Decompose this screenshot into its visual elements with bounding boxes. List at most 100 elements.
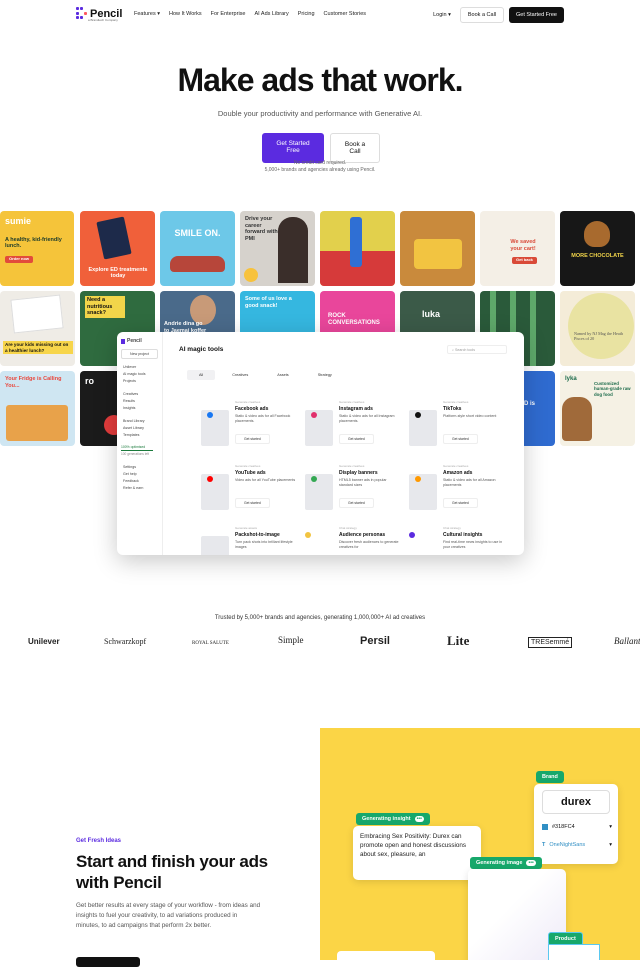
nav-for-enterprise[interactable]: For Enterprise xyxy=(211,11,246,17)
brand-font-row[interactable]: T OneNightSans ▾ xyxy=(542,842,612,848)
brand-logo-schwarzkopf: Schwarzkopf xyxy=(104,637,147,646)
sidebar-item-templates[interactable]: Templates xyxy=(123,433,158,437)
ad-tile: Are your kids missing out on a healthier… xyxy=(0,291,75,366)
section-cta-button[interactable] xyxy=(76,957,140,967)
insight-card: Embracing Sex Positivity: Durex can prom… xyxy=(353,826,481,880)
facebook-icon xyxy=(207,412,213,418)
ad-tile: Named by NJ Mag the Heath Pisces of 20 xyxy=(560,291,635,366)
sidebar-item-creatives[interactable]: Creatives xyxy=(123,392,158,396)
get-started-button[interactable]: Get started xyxy=(339,434,374,444)
book-call-button[interactable]: Book a Call xyxy=(459,7,505,23)
ad-tile: sumie A healthy, kid-friendly lunch. Ord… xyxy=(0,211,74,286)
mock-logo: Pencil xyxy=(121,338,158,344)
chevron-down-icon: ▾ xyxy=(157,11,161,17)
get-started-button[interactable]: Get started xyxy=(235,434,270,444)
logo-text: Pencil xyxy=(90,7,123,20)
brand-logo-persil: Persil xyxy=(360,635,390,647)
no-card-note: No credit card required. xyxy=(293,160,347,166)
youtube-icon xyxy=(207,476,213,482)
section-body: Get better results at every stage of you… xyxy=(76,902,261,929)
brand-logo-unilever: Unilever xyxy=(28,637,60,646)
amazon-icon xyxy=(415,476,421,482)
brand-logos: Unilever Schwarzkopf ROYAL SALUTE Simple… xyxy=(0,632,640,658)
get-started-button[interactable]: Get started xyxy=(443,498,478,508)
brand-logo-lite: Lite xyxy=(447,633,470,648)
durex-logo: durex xyxy=(542,790,610,814)
sidebar-item-refer[interactable]: Refer & earn xyxy=(123,486,158,490)
brand-tag: Brand xyxy=(536,771,564,783)
tool-card-youtube[interactable]: Generate creatives YouTube ads Video ads … xyxy=(201,464,301,516)
get-started-button[interactable]: Get started xyxy=(235,498,270,508)
nav-ai-ads-library[interactable]: AI Ads Library xyxy=(254,11,288,17)
more-icon: ••• xyxy=(526,860,536,866)
ad-tile: We saved your cart! Get back xyxy=(480,211,555,286)
chevron-down-icon: ▾ xyxy=(448,12,451,18)
brand-logo-royal-salute: ROYAL SALUTE xyxy=(192,641,229,646)
new-project-button[interactable]: New project xyxy=(121,349,158,359)
font-icon: T xyxy=(542,842,546,848)
get-started-button[interactable]: Get Started Free xyxy=(509,7,564,23)
sidebar-item-asset-library[interactable]: Asset Library xyxy=(123,426,158,430)
get-started-button[interactable]: Get started xyxy=(339,498,374,508)
mock-sidebar: Pencil New project Unilever AI magic too… xyxy=(117,332,163,555)
nav-customer-stories[interactable]: Customer Stories xyxy=(324,11,367,17)
tab-creatives[interactable]: Creatives xyxy=(220,370,260,380)
login-link[interactable]: Login ▾ xyxy=(433,12,451,18)
tool-card-packshot[interactable]: Generate assets Packshot-to-image Turn pa… xyxy=(201,526,301,555)
hero-get-started-button[interactable]: Get Started Free xyxy=(262,133,324,163)
generating-image-tag: Generating image ••• xyxy=(470,857,542,869)
tool-card-display[interactable]: Generate creatives Display banners HTML5 … xyxy=(305,464,405,516)
color-swatch xyxy=(542,824,548,830)
google-ads-icon xyxy=(311,476,317,482)
instagram-icon xyxy=(311,412,317,418)
tool-card-instagram[interactable]: Generate creatives Instagram ads Static &… xyxy=(305,400,405,452)
tool-card-amazon[interactable]: Generate creatives Amazon ads Static & vi… xyxy=(409,464,509,516)
more-icon: ••• xyxy=(414,816,424,822)
tool-card-cultural[interactable]: Chat strategy Cultural insights Find real… xyxy=(409,526,509,555)
tool-card-tiktok[interactable]: Generate creatives TikToks Platform-style… xyxy=(409,400,509,452)
brand-logo-ballantines: Ballantine's xyxy=(614,636,640,646)
sidebar-item-feedback[interactable]: Feedback xyxy=(123,479,158,483)
hero-book-call-button[interactable]: Book a Call xyxy=(330,133,380,163)
pencil-logo-icon xyxy=(76,7,87,20)
insight-icon xyxy=(409,532,415,538)
ad-tile: MORE CHOCOLATE xyxy=(560,211,635,286)
chevron-down-icon: ▾ xyxy=(609,842,612,848)
optimised-status: 100% optimised xyxy=(121,445,146,449)
search-input[interactable]: ⌕ Search tools xyxy=(447,345,507,354)
bottom-card xyxy=(337,951,435,960)
sidebar-item-get-help[interactable]: Get help xyxy=(123,472,158,476)
ad-tile: lyka Customized human-grade raw dog food xyxy=(560,371,635,446)
ad-tile xyxy=(400,211,475,286)
ad-tile: SMILE ON. xyxy=(160,211,235,286)
tab-strategy[interactable]: Strategy xyxy=(306,370,344,380)
feature-section-text: Get Fresh Ideas Start and finish your ad… xyxy=(76,838,276,931)
mock-page-title: AI magic tools xyxy=(179,346,224,353)
sidebar-item-ai-magic-tools[interactable]: AI magic tools xyxy=(123,372,158,376)
sidebar-item-results[interactable]: Results xyxy=(123,399,158,403)
insight-tag: Generating insight ••• xyxy=(356,813,430,825)
chevron-down-icon: ▾ xyxy=(609,824,612,830)
brand-logo-tresemme: TRESemmé xyxy=(528,637,573,648)
tool-card-facebook[interactable]: Generate creatives Facebook ads Static & … xyxy=(201,400,301,452)
search-icon: ⌕ xyxy=(452,348,455,352)
persona-icon xyxy=(305,532,311,538)
brands-count-note: 5,000+ brands and agencies already using… xyxy=(264,167,376,173)
nav-features[interactable]: Features ▾ xyxy=(134,11,160,17)
sidebar-item-brand-library[interactable]: Brand Library xyxy=(123,419,158,423)
get-started-button[interactable]: Get started xyxy=(443,434,478,444)
optimised-bar xyxy=(121,450,153,451)
ad-tile: Your Fridge is Calling You... xyxy=(0,371,75,446)
sidebar-item-settings[interactable]: Settings xyxy=(123,465,158,469)
feature-illustration: Brand durex #318FC4 ▾ T OneNightSans ▾ G… xyxy=(320,728,640,960)
tab-all[interactable]: All xyxy=(187,370,216,380)
section-eyebrow: Get Fresh Ideas xyxy=(76,838,122,844)
nav-how-it-works[interactable]: How It Works xyxy=(169,11,202,17)
product-selection-box[interactable] xyxy=(548,944,600,960)
sidebar-item-unilever[interactable]: Unilever xyxy=(123,365,158,369)
tool-card-personas[interactable]: Chat strategy Audience personas Discover … xyxy=(305,526,405,555)
nav-pricing[interactable]: Pricing xyxy=(298,11,315,17)
tab-assets[interactable]: Assets xyxy=(265,370,300,380)
brand-color-row[interactable]: #318FC4 ▾ xyxy=(542,824,612,830)
brand-logo-simple: Simple xyxy=(278,635,304,645)
